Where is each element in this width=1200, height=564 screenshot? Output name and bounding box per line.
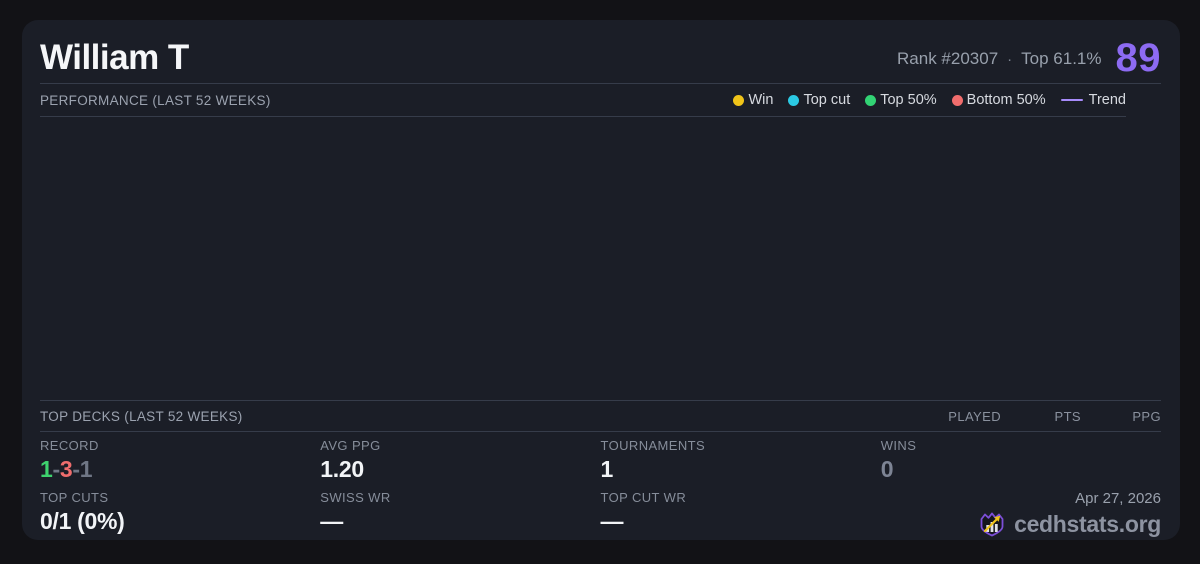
footer-cell: Apr 27, 2026 cedhstats.org: [881, 488, 1161, 540]
legend-item-win[interactable]: Win: [733, 92, 773, 108]
chart-legend: Win Top cut Top 50% Bottom 50% Trend: [733, 92, 1126, 108]
trend-line-icon: [1061, 99, 1083, 102]
stat-value: —: [320, 508, 600, 535]
stat-record: RECORD 1-3-1: [40, 436, 320, 488]
legend-item-trend[interactable]: Trend: [1061, 92, 1126, 108]
performance-chart: [40, 117, 1161, 400]
stat-value: 0/1 (0%): [40, 508, 320, 535]
rank-meta: Rank #20307 · Top 61.1%: [897, 49, 1101, 77]
player-name: William T: [40, 39, 189, 78]
legend-label: Top 50%: [880, 92, 936, 108]
top-50-dot-icon: [865, 95, 876, 106]
top-cut-dot-icon: [788, 95, 799, 106]
stat-swiss-wr: SWISS WR —: [320, 488, 600, 540]
stat-value: 1.20: [320, 456, 600, 483]
column-ppg: PPG: [1081, 409, 1161, 424]
top-decks-columns: PLAYED PTS PPG: [921, 409, 1161, 424]
legend-item-bottom-50[interactable]: Bottom 50%: [952, 92, 1046, 108]
record-wins: 1: [40, 456, 53, 482]
stat-label: TOP CUTS: [40, 488, 320, 505]
stat-top-cut-wr: TOP CUT WR —: [601, 488, 881, 540]
card-header: William T Rank #20307 · Top 61.1% 89: [40, 20, 1161, 84]
bottom-50-dot-icon: [952, 95, 963, 106]
rank-text: Rank #20307: [897, 49, 998, 69]
legend-label: Bottom 50%: [967, 92, 1046, 108]
top-decks-title: TOP DECKS (LAST 52 WEEKS): [40, 409, 243, 424]
stats-grid: RECORD 1-3-1 AVG PPG 1.20 TOURNAMENTS 1 …: [40, 432, 1161, 540]
stat-label: RECORD: [40, 436, 320, 453]
brand-text: cedhstats.org: [1014, 511, 1161, 538]
column-played: PLAYED: [921, 409, 1001, 424]
stat-value: 0: [881, 456, 1161, 483]
record-separator: -: [72, 456, 79, 482]
legend-item-top-cut[interactable]: Top cut: [788, 92, 850, 108]
stat-value: 1: [601, 456, 881, 483]
stat-label: TOP CUT WR: [601, 488, 881, 505]
legend-label: Win: [748, 92, 773, 108]
stat-wins: WINS 0: [881, 436, 1161, 488]
legend-label: Trend: [1089, 92, 1126, 108]
record-draws: 1: [80, 456, 93, 482]
stat-avg-ppg: AVG PPG 1.20: [320, 436, 600, 488]
stat-label: SWISS WR: [320, 488, 600, 505]
top-percent-text: Top 61.1%: [1021, 49, 1101, 69]
performance-header: PERFORMANCE (LAST 52 WEEKS) Win Top cut …: [40, 84, 1126, 117]
record-losses: 3: [60, 456, 73, 482]
rank-summary: Rank #20307 · Top 61.1% 89: [897, 39, 1161, 77]
win-dot-icon: [733, 95, 744, 106]
column-pts: PTS: [1001, 409, 1081, 424]
player-stats-card: William T Rank #20307 · Top 61.1% 89 PER…: [22, 20, 1180, 540]
record-value: 1-3-1: [40, 456, 320, 483]
player-score: 89: [1116, 39, 1162, 77]
record-separator: -: [53, 456, 60, 482]
legend-label: Top cut: [803, 92, 850, 108]
stat-label: WINS: [881, 436, 1161, 453]
legend-item-top-50[interactable]: Top 50%: [865, 92, 936, 108]
stat-label: AVG PPG: [320, 436, 600, 453]
stat-top-cuts: TOP CUTS 0/1 (0%): [40, 488, 320, 540]
top-decks-header: TOP DECKS (LAST 52 WEEKS) PLAYED PTS PPG: [40, 400, 1161, 432]
performance-section-title: PERFORMANCE (LAST 52 WEEKS): [40, 93, 271, 108]
cedhstats-logo-icon: [978, 510, 1006, 538]
separator-dot: ·: [1007, 51, 1012, 68]
stat-tournaments: TOURNAMENTS 1: [601, 436, 881, 488]
stat-label: TOURNAMENTS: [601, 436, 881, 453]
brand[interactable]: cedhstats.org: [978, 510, 1161, 538]
stat-value: —: [601, 508, 881, 535]
card-date: Apr 27, 2026: [1075, 490, 1161, 507]
